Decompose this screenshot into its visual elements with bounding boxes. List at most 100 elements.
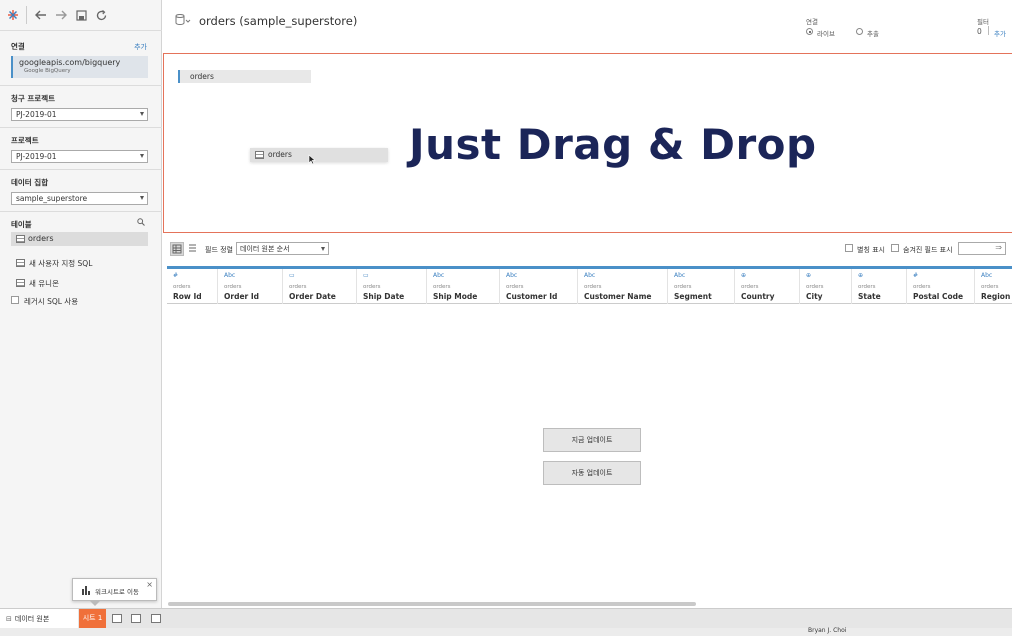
- column-name: Ship Mode: [433, 292, 478, 301]
- column-name: Country: [741, 292, 775, 301]
- sheet-tab-1[interactable]: 시트 1: [79, 609, 106, 628]
- field-type-icon[interactable]: ▭: [289, 272, 295, 279]
- filter-label: 필터: [977, 18, 989, 26]
- auto-update-button[interactable]: 자동 업데이트: [543, 461, 641, 485]
- union-icon: [16, 279, 25, 287]
- field-sort-select[interactable]: 데이터 원본 순서: [236, 242, 329, 255]
- billing-project-value: PJ-2019-01: [16, 110, 57, 119]
- legacy-sql-checkbox[interactable]: [11, 296, 19, 304]
- field-type-icon[interactable]: ⊕: [806, 272, 811, 279]
- filter-count: 0: [977, 27, 982, 36]
- dataset-select[interactable]: sample_superstore: [11, 192, 148, 205]
- status-bar: Bryan J. Choi: [0, 627, 1012, 636]
- search-icon[interactable]: [137, 218, 145, 228]
- chevron-down-icon: [321, 246, 325, 251]
- column-name: Segment: [674, 292, 712, 301]
- new-custom-sql[interactable]: 새 사용자 지정 SQL: [16, 258, 92, 269]
- forward-arrow-icon[interactable]: [54, 6, 68, 24]
- dataset-label: 데이터 집합: [11, 178, 49, 187]
- new-worksheet-icon[interactable]: [112, 614, 122, 623]
- column-table-name: orders: [806, 284, 824, 290]
- project-select[interactable]: PJ-2019-01: [11, 150, 148, 163]
- field-type-icon[interactable]: Abc: [433, 272, 444, 279]
- connection-type: Google BigQuery: [24, 68, 71, 74]
- field-type-icon[interactable]: Abc: [981, 272, 992, 279]
- extract-radio[interactable]: [856, 28, 863, 35]
- column-name: Order Date: [289, 292, 336, 301]
- column-header[interactable]: Abc orders Order Id: [218, 269, 283, 304]
- refresh-icon[interactable]: [94, 6, 108, 24]
- new-union[interactable]: 새 유니온: [16, 278, 59, 289]
- column-header[interactable]: Abc orders Segment: [668, 269, 735, 304]
- show-alias-checkbox[interactable]: [845, 244, 853, 252]
- field-type-icon[interactable]: #: [913, 272, 918, 279]
- billing-project-select[interactable]: PJ-2019-01: [11, 108, 148, 121]
- column-header[interactable]: Abc orders Ship Mode: [427, 269, 500, 304]
- column-header[interactable]: # orders Postal Code: [907, 269, 975, 304]
- field-type-icon[interactable]: Abc: [584, 272, 595, 279]
- join-canvas[interactable]: orders orders Just Drag & Drop: [163, 53, 1012, 233]
- table-item-orders[interactable]: orders: [11, 232, 148, 246]
- data-source-tab-label: 데이터 원본: [14, 615, 50, 623]
- column-header[interactable]: Abc orders Customer Name: [578, 269, 668, 304]
- field-type-icon[interactable]: ▭: [363, 272, 369, 279]
- column-header[interactable]: ⊕ orders Country: [735, 269, 800, 304]
- live-radio[interactable]: [806, 28, 813, 35]
- back-arrow-icon[interactable]: [34, 6, 48, 24]
- chevron-down-icon: [140, 154, 144, 158]
- new-dashboard-icon[interactable]: [131, 614, 141, 623]
- dragging-table-orders[interactable]: orders: [250, 148, 388, 162]
- table-icon: [255, 151, 264, 159]
- column-header[interactable]: ▭ orders Order Date: [283, 269, 357, 304]
- column-header[interactable]: ▭ orders Ship Date: [357, 269, 427, 304]
- list-view-button[interactable]: [186, 242, 200, 256]
- column-header[interactable]: Abc orders Customer Id: [500, 269, 578, 304]
- field-type-icon[interactable]: Abc: [224, 272, 235, 279]
- show-hidden-checkbox[interactable]: [891, 244, 899, 252]
- horizontal-scrollbar[interactable]: [168, 602, 696, 606]
- column-header[interactable]: # orders Row Id: [167, 269, 218, 304]
- canvas-table-orders[interactable]: orders: [178, 70, 311, 83]
- new-story-icon[interactable]: [151, 614, 161, 623]
- column-header[interactable]: ⊕ orders City: [800, 269, 852, 304]
- save-icon[interactable]: [74, 6, 88, 24]
- field-type-icon[interactable]: Abc: [674, 272, 685, 279]
- legacy-sql-option[interactable]: 레거시 SQL 사용: [11, 296, 78, 307]
- grid-view-button[interactable]: [170, 242, 184, 256]
- go-to-worksheet-tooltip[interactable]: 워크시트로 이동 ×: [72, 578, 157, 606]
- connection-label: 연결: [11, 42, 25, 51]
- bar-chart-icon: [82, 586, 90, 595]
- database-icon[interactable]: [175, 14, 191, 26]
- add-filter-link[interactable]: 추가: [994, 28, 1006, 38]
- column-table-name: orders: [506, 284, 524, 290]
- data-source-title[interactable]: orders (sample_superstore): [199, 14, 357, 28]
- column-table-name: orders: [363, 284, 381, 290]
- chevron-down-icon: [140, 112, 144, 116]
- column-header[interactable]: Abc orders Region: [975, 269, 1012, 304]
- field-search-input[interactable]: ⇒: [958, 242, 1006, 255]
- show-alias-label[interactable]: 별칭 표시: [857, 245, 885, 255]
- legacy-sql-label: 레거시 SQL 사용: [24, 297, 79, 306]
- field-type-icon[interactable]: Abc: [506, 272, 517, 279]
- user-menu[interactable]: Bryan J. Choi: [808, 627, 846, 634]
- custom-sql-icon: [16, 259, 25, 267]
- live-label[interactable]: 라이브: [817, 28, 835, 38]
- database-icon: ⊟: [6, 615, 12, 623]
- dataset-value: sample_superstore: [16, 194, 88, 203]
- show-hidden-label[interactable]: 숨겨진 필드 표시: [903, 245, 953, 255]
- connection-card[interactable]: googleapis.com/bigquery Google BigQuery: [11, 56, 148, 78]
- close-icon[interactable]: ×: [146, 580, 153, 589]
- extract-label[interactable]: 추출: [867, 28, 879, 38]
- update-now-button[interactable]: 지금 업데이트: [543, 428, 641, 452]
- table-icon: [16, 235, 25, 243]
- column-table-name: orders: [981, 284, 999, 290]
- data-source-tab[interactable]: ⊟ 데이터 원본: [0, 609, 78, 628]
- field-type-icon[interactable]: ⊕: [741, 272, 746, 279]
- column-name: State: [858, 292, 881, 301]
- field-type-icon[interactable]: ⊕: [858, 272, 863, 279]
- field-type-icon[interactable]: #: [173, 272, 178, 279]
- table-item-label: orders: [28, 234, 54, 243]
- tableau-logo-icon[interactable]: [6, 6, 20, 24]
- add-connection-link[interactable]: 추가: [134, 42, 147, 52]
- column-header[interactable]: ⊕ orders State: [852, 269, 907, 304]
